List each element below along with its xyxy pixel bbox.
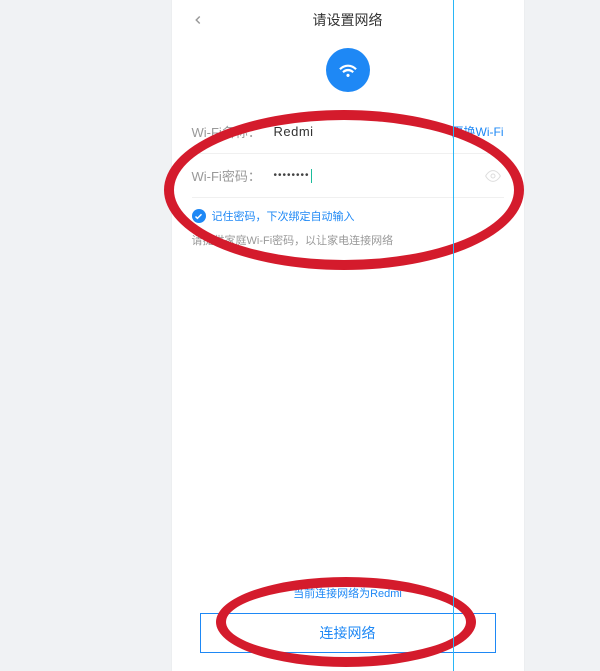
chevron-left-icon (191, 13, 205, 27)
remember-password-row[interactable]: 记住密码，下次绑定自动输入 (172, 198, 524, 228)
wifi-name-label: Wi-Fi名称： (192, 122, 274, 141)
vertical-divider (453, 0, 454, 671)
wifi-icon-container (172, 36, 524, 110)
wifi-form: Wi-Fi名称： Redmi 更换Wi-Fi Wi-Fi密码： •••••••• (172, 110, 524, 198)
wifi-password-row[interactable]: Wi-Fi密码： •••••••• (192, 154, 504, 198)
back-button[interactable] (188, 10, 208, 30)
page-title: 请设置网络 (208, 10, 488, 30)
checkmark-icon (192, 209, 206, 223)
wifi-password-input[interactable]: •••••••• (274, 169, 504, 183)
remember-password-label: 记住密码，下次绑定自动输入 (212, 208, 355, 224)
wifi-name-row: Wi-Fi名称： Redmi 更换Wi-Fi (192, 110, 504, 154)
eye-icon (485, 168, 501, 184)
bottom-section: 当前连接网络为Redmi 连接网络 (172, 585, 524, 653)
text-cursor (311, 169, 312, 183)
connect-button[interactable]: 连接网络 (200, 613, 496, 653)
toggle-password-visibility-button[interactable] (484, 167, 502, 185)
wifi-icon (326, 48, 370, 92)
wifi-password-label: Wi-Fi密码： (192, 166, 274, 185)
hint-text: 请提供家庭Wi-Fi密码，以让家电连接网络 (172, 228, 524, 252)
header-bar: 请设置网络 (172, 0, 524, 36)
current-network-label: 当前连接网络为Redmi (200, 585, 496, 601)
phone-screen: 请设置网络 Wi-Fi名称： Redmi 更换Wi-Fi Wi-Fi密码： ••… (172, 0, 524, 671)
change-wifi-button[interactable]: 更换Wi-Fi (452, 123, 504, 140)
